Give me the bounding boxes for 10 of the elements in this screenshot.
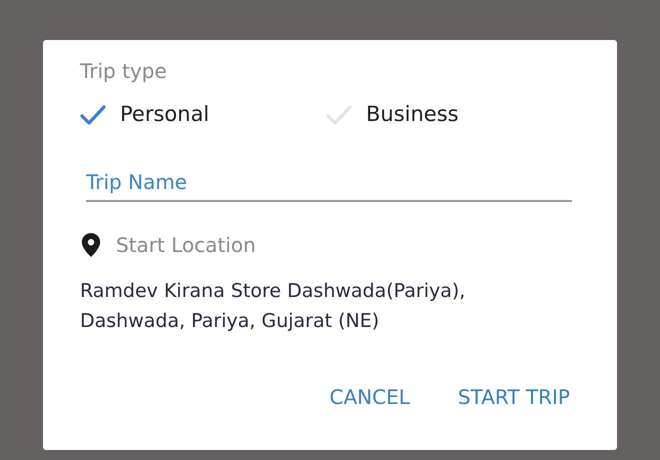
location-pin-icon xyxy=(80,232,102,258)
address-text: Ramdev Kirana Store Dashwada(Pariya), Dashwada, Pariya, Gujarat (NE) xyxy=(80,279,466,334)
trip-name-field[interactable]: Trip Name xyxy=(86,164,572,202)
option-label[interactable]: Personal xyxy=(120,99,210,131)
start-location-label: Start Location xyxy=(116,232,256,259)
section-label: Trip type xyxy=(80,58,167,84)
option-label[interactable]: Business xyxy=(366,99,459,131)
dialog-button[interactable]: START TRIP xyxy=(454,378,574,416)
checkmark-icon[interactable] xyxy=(80,105,106,125)
dialog-button[interactable]: CANCEL xyxy=(326,378,414,416)
